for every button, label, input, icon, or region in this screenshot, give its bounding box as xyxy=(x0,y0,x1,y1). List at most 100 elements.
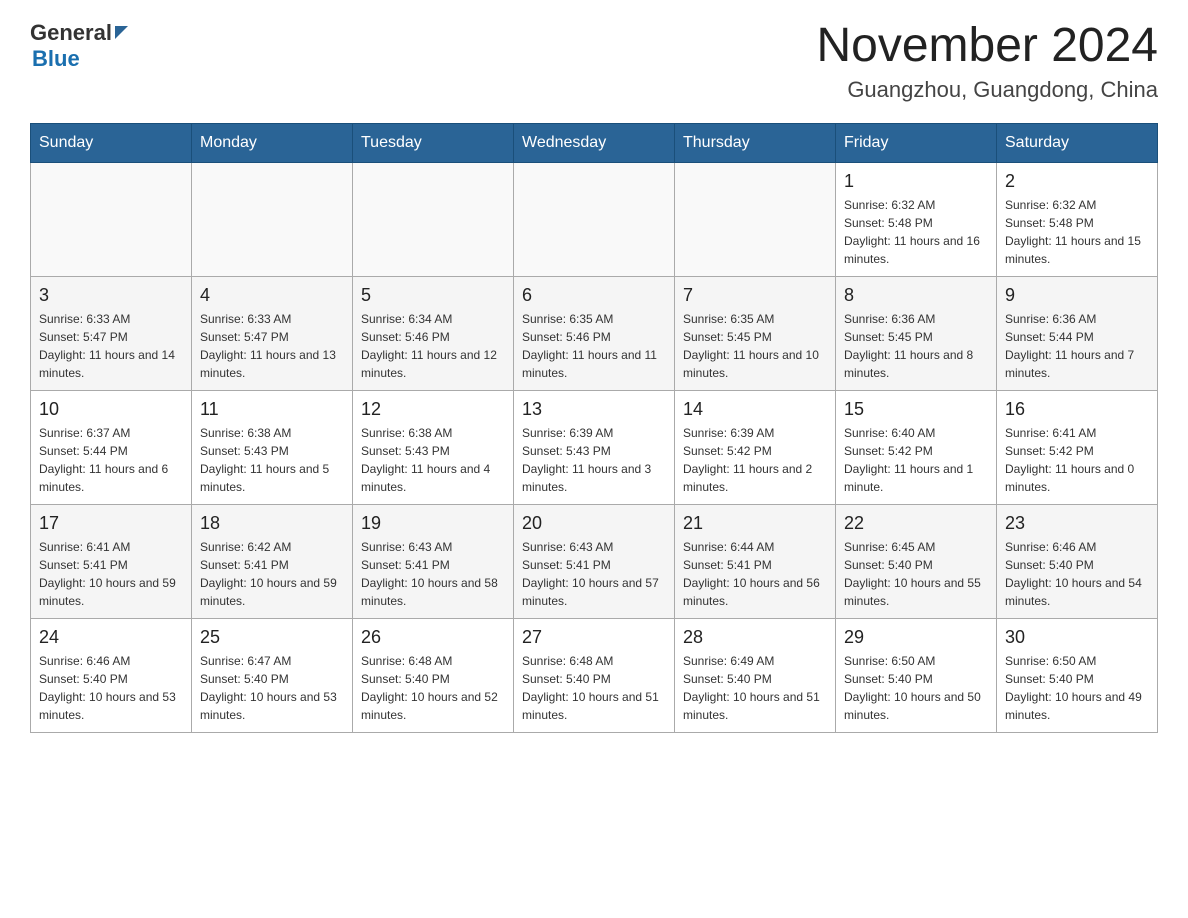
calendar-cell: 2 Sunrise: 6:32 AM Sunset: 5:48 PM Daylig… xyxy=(997,162,1158,276)
day-number: 1 xyxy=(844,171,988,192)
day-number: 14 xyxy=(683,399,827,420)
calendar-cell: 23 Sunrise: 6:46 AM Sunset: 5:40 PM Dayli… xyxy=(997,504,1158,618)
week-row-4: 17 Sunrise: 6:41 AM Sunset: 5:41 PM Dayli… xyxy=(31,504,1158,618)
day-header-saturday: Saturday xyxy=(997,123,1158,162)
day-number: 12 xyxy=(361,399,505,420)
day-number: 25 xyxy=(200,627,344,648)
calendar-cell: 6Sunrise: 6:35 AM Sunset: 5:46 PM Daylig… xyxy=(514,276,675,390)
day-info: Sunrise: 6:38 AM Sunset: 5:43 PM Dayligh… xyxy=(200,424,344,496)
title-area: November 2024 Guangzhou, Guangdong, Chin… xyxy=(816,20,1158,103)
calendar-cell: 24 Sunrise: 6:46 AM Sunset: 5:40 PM Dayli… xyxy=(31,618,192,732)
calendar-cell: 17 Sunrise: 6:41 AM Sunset: 5:41 PM Dayli… xyxy=(31,504,192,618)
logo-blue-text: Blue xyxy=(32,46,80,71)
day-number: 23 xyxy=(1005,513,1149,534)
calendar-cell xyxy=(675,162,836,276)
day-number: 30 xyxy=(1005,627,1149,648)
calendar-cell xyxy=(31,162,192,276)
day-info: Sunrise: 6:49 AM Sunset: 5:40 PM Dayligh… xyxy=(683,652,827,724)
calendar-table: SundayMondayTuesdayWednesdayThursdayFrid… xyxy=(30,123,1158,733)
calendar-cell: 26 Sunrise: 6:48 AM Sunset: 5:40 PM Dayli… xyxy=(353,618,514,732)
day-number: 8 xyxy=(844,285,988,306)
day-header-sunday: Sunday xyxy=(31,123,192,162)
day-info: Sunrise: 6:46 AM Sunset: 5:40 PM Dayligh… xyxy=(39,652,183,724)
day-number: 6 xyxy=(522,285,666,306)
day-number: 21 xyxy=(683,513,827,534)
day-number: 9 xyxy=(1005,285,1149,306)
week-row-5: 24 Sunrise: 6:46 AM Sunset: 5:40 PM Dayli… xyxy=(31,618,1158,732)
day-info: Sunrise: 6:43 AM Sunset: 5:41 PM Dayligh… xyxy=(522,538,666,610)
calendar-cell xyxy=(353,162,514,276)
day-info: Sunrise: 6:41 AM Sunset: 5:41 PM Dayligh… xyxy=(39,538,183,610)
day-header-monday: Monday xyxy=(192,123,353,162)
calendar-cell: 9 Sunrise: 6:36 AM Sunset: 5:44 PM Daylig… xyxy=(997,276,1158,390)
calendar-cell: 5Sunrise: 6:34 AM Sunset: 5:46 PM Daylig… xyxy=(353,276,514,390)
day-header-row: SundayMondayTuesdayWednesdayThursdayFrid… xyxy=(31,123,1158,162)
day-info: Sunrise: 6:45 AM Sunset: 5:40 PM Dayligh… xyxy=(844,538,988,610)
calendar-cell: 1 Sunrise: 6:32 AM Sunset: 5:48 PM Daylig… xyxy=(836,162,997,276)
location-title: Guangzhou, Guangdong, China xyxy=(816,77,1158,103)
calendar-cell: 15Sunrise: 6:40 AM Sunset: 5:42 PM Dayli… xyxy=(836,390,997,504)
calendar-cell: 18 Sunrise: 6:42 AM Sunset: 5:41 PM Dayli… xyxy=(192,504,353,618)
calendar-cell: 30 Sunrise: 6:50 AM Sunset: 5:40 PM Dayli… xyxy=(997,618,1158,732)
header: General Blue November 2024 Guangzhou, Gu… xyxy=(30,20,1158,103)
day-number: 4 xyxy=(200,285,344,306)
day-number: 7 xyxy=(683,285,827,306)
calendar-cell xyxy=(514,162,675,276)
day-number: 11 xyxy=(200,399,344,420)
day-info: Sunrise: 6:35 AM Sunset: 5:45 PM Dayligh… xyxy=(683,310,827,382)
day-number: 22 xyxy=(844,513,988,534)
logo-general-text: General xyxy=(30,20,112,46)
calendar-cell: 29 Sunrise: 6:50 AM Sunset: 5:40 PM Dayli… xyxy=(836,618,997,732)
day-info: Sunrise: 6:39 AM Sunset: 5:42 PM Dayligh… xyxy=(683,424,827,496)
day-info: Sunrise: 6:44 AM Sunset: 5:41 PM Dayligh… xyxy=(683,538,827,610)
calendar-cell: 28 Sunrise: 6:49 AM Sunset: 5:40 PM Dayli… xyxy=(675,618,836,732)
day-info: Sunrise: 6:40 AM Sunset: 5:42 PM Dayligh… xyxy=(844,424,988,496)
day-number: 26 xyxy=(361,627,505,648)
day-info: Sunrise: 6:39 AM Sunset: 5:43 PM Dayligh… xyxy=(522,424,666,496)
day-number: 17 xyxy=(39,513,183,534)
day-number: 13 xyxy=(522,399,666,420)
day-info: Sunrise: 6:34 AM Sunset: 5:46 PM Dayligh… xyxy=(361,310,505,382)
day-number: 16 xyxy=(1005,399,1149,420)
day-info: Sunrise: 6:50 AM Sunset: 5:40 PM Dayligh… xyxy=(844,652,988,724)
day-info: Sunrise: 6:48 AM Sunset: 5:40 PM Dayligh… xyxy=(361,652,505,724)
calendar-cell: 16 Sunrise: 6:41 AM Sunset: 5:42 PM Dayli… xyxy=(997,390,1158,504)
day-info: Sunrise: 6:38 AM Sunset: 5:43 PM Dayligh… xyxy=(361,424,505,496)
week-row-2: 3 Sunrise: 6:33 AM Sunset: 5:47 PM Daylig… xyxy=(31,276,1158,390)
day-number: 2 xyxy=(1005,171,1149,192)
day-header-wednesday: Wednesday xyxy=(514,123,675,162)
week-row-3: 10Sunrise: 6:37 AM Sunset: 5:44 PM Dayli… xyxy=(31,390,1158,504)
calendar-cell: 22 Sunrise: 6:45 AM Sunset: 5:40 PM Dayli… xyxy=(836,504,997,618)
calendar-cell: 19Sunrise: 6:43 AM Sunset: 5:41 PM Dayli… xyxy=(353,504,514,618)
week-row-1: 1 Sunrise: 6:32 AM Sunset: 5:48 PM Daylig… xyxy=(31,162,1158,276)
day-header-thursday: Thursday xyxy=(675,123,836,162)
day-info: Sunrise: 6:32 AM Sunset: 5:48 PM Dayligh… xyxy=(1005,196,1149,268)
day-number: 10 xyxy=(39,399,183,420)
logo: General Blue xyxy=(30,20,128,72)
calendar-cell xyxy=(192,162,353,276)
calendar-cell: 4Sunrise: 6:33 AM Sunset: 5:47 PM Daylig… xyxy=(192,276,353,390)
calendar-cell: 20 Sunrise: 6:43 AM Sunset: 5:41 PM Dayli… xyxy=(514,504,675,618)
day-number: 3 xyxy=(39,285,183,306)
calendar-cell: 21 Sunrise: 6:44 AM Sunset: 5:41 PM Dayli… xyxy=(675,504,836,618)
day-number: 20 xyxy=(522,513,666,534)
calendar-cell: 12 Sunrise: 6:38 AM Sunset: 5:43 PM Dayli… xyxy=(353,390,514,504)
day-info: Sunrise: 6:32 AM Sunset: 5:48 PM Dayligh… xyxy=(844,196,988,268)
day-header-friday: Friday xyxy=(836,123,997,162)
month-title: November 2024 xyxy=(816,20,1158,73)
day-info: Sunrise: 6:46 AM Sunset: 5:40 PM Dayligh… xyxy=(1005,538,1149,610)
day-info: Sunrise: 6:47 AM Sunset: 5:40 PM Dayligh… xyxy=(200,652,344,724)
day-number: 24 xyxy=(39,627,183,648)
day-info: Sunrise: 6:42 AM Sunset: 5:41 PM Dayligh… xyxy=(200,538,344,610)
day-info: Sunrise: 6:36 AM Sunset: 5:44 PM Dayligh… xyxy=(1005,310,1149,382)
day-number: 28 xyxy=(683,627,827,648)
calendar-cell: 10Sunrise: 6:37 AM Sunset: 5:44 PM Dayli… xyxy=(31,390,192,504)
day-number: 18 xyxy=(200,513,344,534)
calendar-cell: 25 Sunrise: 6:47 AM Sunset: 5:40 PM Dayli… xyxy=(192,618,353,732)
day-number: 29 xyxy=(844,627,988,648)
day-info: Sunrise: 6:41 AM Sunset: 5:42 PM Dayligh… xyxy=(1005,424,1149,496)
day-number: 27 xyxy=(522,627,666,648)
day-info: Sunrise: 6:50 AM Sunset: 5:40 PM Dayligh… xyxy=(1005,652,1149,724)
day-number: 19 xyxy=(361,513,505,534)
day-info: Sunrise: 6:33 AM Sunset: 5:47 PM Dayligh… xyxy=(39,310,183,382)
